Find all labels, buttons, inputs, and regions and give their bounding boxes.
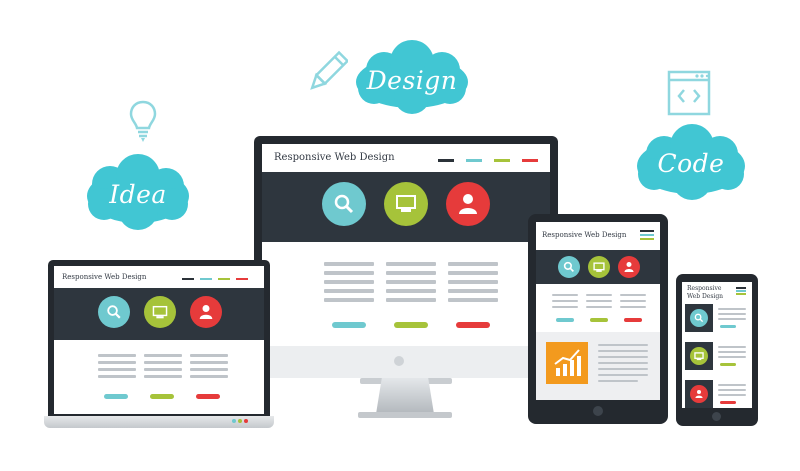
teal-button[interactable] <box>720 325 736 328</box>
chart-icon <box>546 342 588 384</box>
user-icon <box>618 256 640 278</box>
nav-item[interactable] <box>494 159 510 162</box>
monitor-icon <box>588 256 610 278</box>
code-label: Code <box>657 148 725 178</box>
red-button[interactable] <box>456 322 490 328</box>
laptop-base <box>44 416 274 428</box>
search-icon <box>690 309 708 327</box>
teal-button[interactable] <box>104 394 128 399</box>
phone: Responsive Web Design <box>676 274 758 426</box>
search-icon <box>322 182 366 226</box>
user-icon <box>446 182 490 226</box>
monitor-site-title: Responsive Web Design <box>274 152 395 163</box>
menu-icon[interactable] <box>640 230 654 242</box>
phone-site-title: Responsive Web Design <box>687 285 724 300</box>
home-button[interactable] <box>712 412 721 421</box>
idea-label: Idea <box>109 179 167 209</box>
laptop: Responsive Web Design <box>44 260 274 430</box>
nav-item[interactable] <box>218 278 230 280</box>
nav-item[interactable] <box>466 159 482 162</box>
code-cloud: Code <box>632 122 750 204</box>
red-button[interactable] <box>624 318 642 322</box>
monitor-icon <box>384 182 428 226</box>
green-button[interactable] <box>394 322 428 328</box>
user-icon <box>690 385 708 403</box>
search-icon <box>98 296 130 328</box>
tablet-screen: Responsive Web Design <box>536 222 660 400</box>
user-icon <box>190 296 222 328</box>
nav-item[interactable] <box>438 159 454 162</box>
idea-cloud: Idea <box>80 152 196 236</box>
tablet: Responsive Web Design <box>528 214 668 424</box>
power-button[interactable] <box>394 356 404 366</box>
monitor-icon <box>144 296 176 328</box>
design-cloud: Design <box>350 40 474 120</box>
laptop-screen: Responsive Web Design <box>54 266 264 414</box>
monitor-screen: Responsive Web Design <box>262 144 550 346</box>
teal-button[interactable] <box>556 318 574 322</box>
nav-item[interactable] <box>182 278 194 280</box>
pencil-icon <box>306 50 350 96</box>
menu-icon[interactable] <box>736 287 746 296</box>
teal-button[interactable] <box>332 322 366 328</box>
lightbulb-icon <box>128 100 158 148</box>
design-label: Design <box>366 65 458 95</box>
monitor-icon <box>690 347 708 365</box>
search-icon <box>558 256 580 278</box>
green-button[interactable] <box>150 394 174 399</box>
tablet-site-title: Responsive Web Design <box>542 231 627 239</box>
phone-screen: Responsive Web Design <box>682 282 752 408</box>
code-window-icon <box>667 68 711 116</box>
nav-item[interactable] <box>522 159 538 162</box>
nav-item[interactable] <box>236 278 248 280</box>
red-button[interactable] <box>196 394 220 399</box>
monitor-chin <box>268 346 530 378</box>
laptop-site-title: Responsive Web Design <box>62 273 147 281</box>
green-button[interactable] <box>590 318 608 322</box>
green-button[interactable] <box>720 363 736 366</box>
red-button[interactable] <box>720 401 736 404</box>
nav-item[interactable] <box>200 278 212 280</box>
home-button[interactable] <box>593 406 603 416</box>
